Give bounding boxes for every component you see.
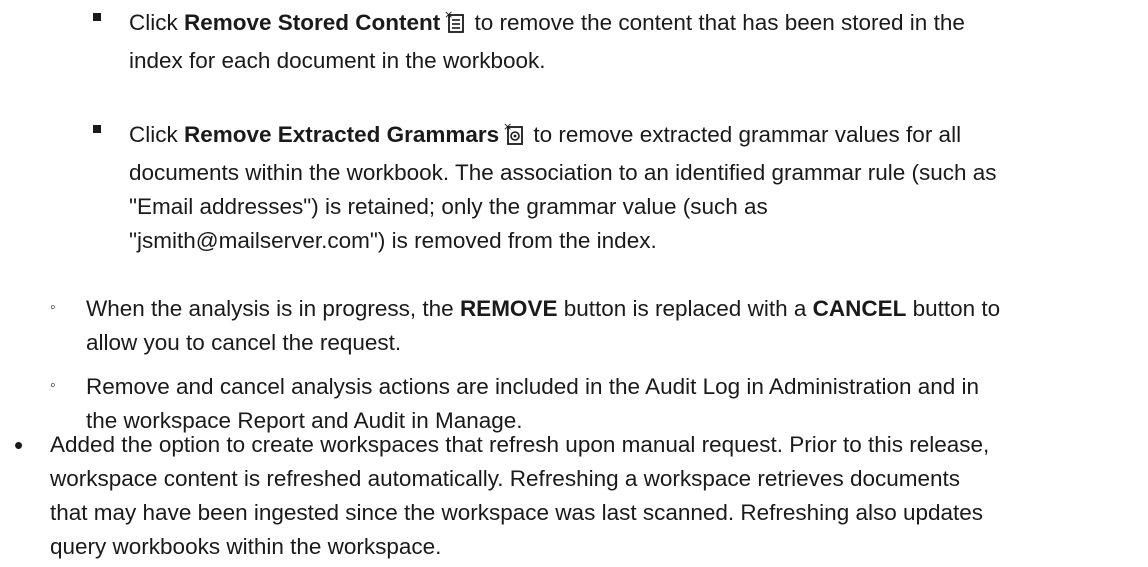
remove-stored-content-label: Remove Stored Content — [184, 10, 441, 35]
remove-keyword: REMOVE — [459, 296, 558, 321]
list-item-remove-stored-content: Click Remove Stored Content × to remove t… — [86, 6, 1136, 78]
item-1-line-1: Click Remove Stored Content × to remove t… — [129, 6, 1136, 44]
item-1-line-2: index for each document in the workbook. — [129, 48, 546, 73]
item-5-line-3: that may have been ingested since the wo… — [50, 500, 984, 525]
list-item-manual-refresh: • Added the option to create workspaces … — [14, 428, 1144, 564]
item-5-line-2: workspace content is refreshed automatic… — [50, 466, 961, 491]
item-3-line-2: allow you to cancel the request. — [86, 330, 402, 355]
item-3-line-1: When the analysis is in progress, the RE… — [86, 296, 1001, 321]
item-2-line-3: "Email addresses") is retained; only the… — [129, 194, 768, 219]
document-page: Click Remove Stored Content × to remove t… — [0, 0, 1148, 567]
item-2-line-4: "jsmith@mailserver.com") is removed from… — [129, 228, 657, 253]
remove-extracted-grammars-label: Remove Extracted Grammars — [184, 122, 500, 147]
remove-extracted-grammars-icon: × — [503, 120, 525, 156]
remove-stored-content-icon: × — [444, 8, 466, 44]
item-4-line-1: Remove and cancel analysis actions are i… — [86, 374, 980, 399]
cancel-keyword: CANCEL — [812, 296, 907, 321]
item-2-line-2: documents within the workbook. The assoc… — [129, 160, 997, 185]
item-5-line-4: query workbooks within the workspace. — [50, 534, 442, 559]
list-item-remove-extracted-grammars: Click Remove Extracted Grammars × to remo… — [86, 118, 1136, 258]
item-5-line-1: Added the option to create workspaces th… — [50, 432, 990, 457]
list-item-remove-cancel-button: ◦ When the analysis is in progress, the … — [50, 292, 1140, 360]
item-2-line-1: Click Remove Extracted Grammars × to remo… — [129, 118, 1136, 156]
